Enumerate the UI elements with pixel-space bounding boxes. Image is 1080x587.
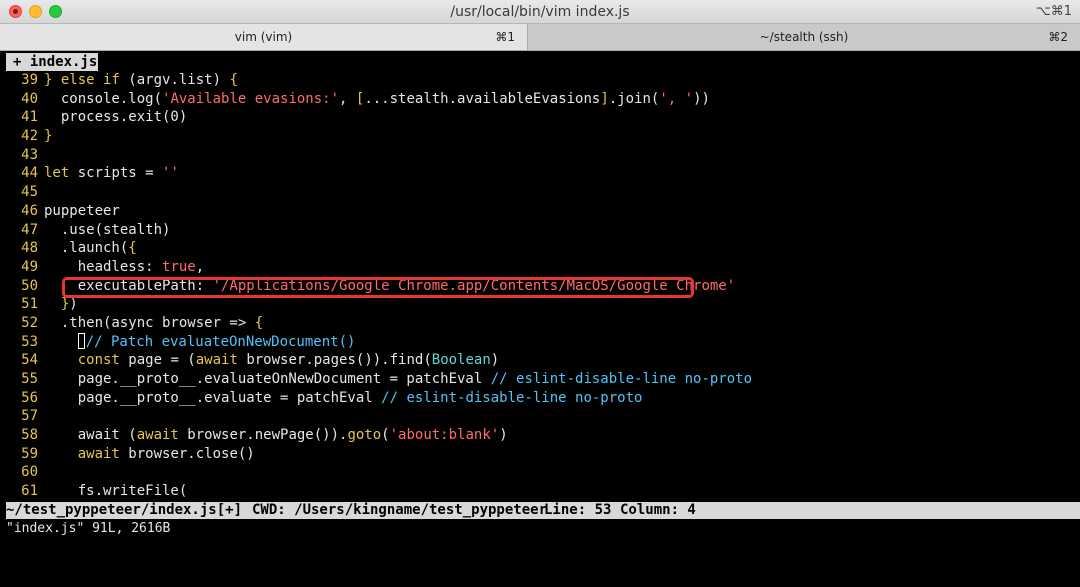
code-line: 60	[0, 463, 1080, 482]
code-line: 46 puppeteer	[0, 202, 1080, 221]
code-line: 48 .launch({	[0, 239, 1080, 258]
line-number: 44	[21, 165, 38, 182]
line-number: 48	[21, 240, 38, 257]
tab-vim[interactable]: vim (vim) ⌘1	[0, 24, 527, 50]
line-text: }	[44, 128, 53, 145]
code-line: 42}	[0, 127, 1080, 146]
code-line: 56 page.__proto__.evaluate = patchEval /…	[0, 389, 1080, 408]
line-text: } else if (argv.list) {	[44, 72, 238, 88]
code-line: 57	[0, 407, 1080, 426]
line-number: 53	[21, 333, 38, 350]
line-number: 45	[21, 184, 38, 201]
code-line: 53 // Patch evaluateOnNewDocument()	[0, 332, 1080, 352]
line-text: page.__proto__.evaluateOnNewDocument = p…	[44, 371, 753, 387]
line-text: .use(stealth)	[44, 221, 171, 238]
line-number: 57	[21, 408, 38, 425]
window-titlebar: /usr/local/bin/vim index.js ⌥⌘1	[0, 0, 1080, 24]
line-number: 41	[21, 109, 38, 126]
line-number: 50	[21, 277, 38, 294]
tab-vim-label: vim (vim)	[234, 30, 293, 44]
code-line: 52 .then(async browser => {	[0, 314, 1080, 333]
line-text: process.exit(0)	[44, 109, 188, 126]
terminal-tab-bar: vim (vim) ⌘1 ~/stealth (ssh) ⌘2	[0, 24, 1080, 51]
line-number: 58	[21, 427, 38, 444]
line-text: })	[60, 296, 78, 313]
line-number: 49	[21, 258, 38, 275]
code-line: 40 console.log('Available evasions:', [.…	[0, 90, 1080, 109]
line-number: 40	[21, 90, 38, 107]
code-line: 49 headless: true,	[0, 258, 1080, 277]
code-line: 47 .use(stealth)	[0, 221, 1080, 240]
line-text: puppeteer	[44, 202, 120, 219]
window-shortcut: ⌥⌘1	[1035, 4, 1072, 19]
tab-vim-shortcut: ⌘1	[495, 30, 515, 44]
code-line: 61 fs.writeFile(	[0, 482, 1080, 501]
text-cursor	[77, 332, 85, 349]
code-line: 59 await browser.close()	[0, 445, 1080, 464]
code-line: 55 page.__proto__.evaluateOnNewDocument …	[0, 370, 1080, 389]
code-line: 45	[0, 183, 1080, 202]
line-text: console.log('Available evasions:', [...s…	[44, 90, 710, 107]
line-number: 55	[21, 371, 38, 387]
line-number: 39	[21, 72, 38, 88]
code-line: 51 })	[0, 295, 1080, 314]
code-line: 39 } else if (argv.list) {	[0, 71, 1080, 90]
line-text: .then(async browser => {	[44, 314, 264, 331]
line-text: const page = (await browser.pages()).fin…	[77, 352, 500, 369]
line-number: 43	[21, 146, 38, 163]
line-number: 59	[21, 445, 38, 462]
line-text: headless: true,	[44, 258, 205, 275]
window-title: /usr/local/bin/vim index.js	[450, 4, 630, 20]
line-text: await browser.close()	[77, 445, 255, 462]
vim-command-line[interactable]: "index.js" 91L, 2616B	[6, 520, 170, 538]
status-cwd: CWD: /Users/kingname/test_pyppeteer	[252, 502, 548, 518]
line-number: 56	[21, 389, 38, 406]
code-line: 41 process.exit(0)	[0, 108, 1080, 127]
status-column: Column: 4	[620, 502, 696, 518]
tab-ssh-label: ~/stealth (ssh)	[759, 30, 849, 44]
line-text: await (await browser.newPage()).goto('ab…	[44, 427, 508, 444]
line-number: 54	[21, 352, 38, 369]
line-text: let scripts = ''	[44, 165, 179, 182]
status-file: ~/test_pyppeteer/index.js[+]	[6, 502, 243, 518]
vim-statusline: ~/test_pyppeteer/index.js[+] CWD: /Users…	[6, 502, 1080, 519]
code-line: 58 await (await browser.newPage()).goto(…	[0, 426, 1080, 445]
line-number: 61	[21, 483, 38, 500]
code-line: 44 let scripts = ''	[0, 164, 1080, 183]
line-number: 51	[21, 296, 38, 313]
vim-tabline-fill	[98, 53, 1080, 71]
line-number: 47	[21, 221, 38, 238]
line-text: page.__proto__.evaluate = patchEval // e…	[44, 389, 643, 406]
line-number: 42	[21, 128, 38, 145]
line-number: 52	[21, 314, 38, 331]
vim-buffer-tab[interactable]: + index.js	[6, 53, 98, 71]
line-text: fs.writeFile(	[44, 483, 188, 500]
annotation-highlight-box	[62, 277, 694, 298]
line-number: 46	[21, 202, 38, 219]
line-number: 60	[21, 464, 38, 481]
tab-ssh-shortcut: ⌘2	[1048, 30, 1068, 44]
status-line: Line: 53	[544, 502, 612, 518]
line-text: .launch({	[44, 240, 137, 257]
code-line: 43	[0, 146, 1080, 165]
code-line: 54 const page = (await browser.pages()).…	[0, 351, 1080, 370]
line-text: // Patch evaluateOnNewDocument()	[44, 332, 355, 352]
tab-ssh[interactable]: ~/stealth (ssh) ⌘2	[527, 24, 1080, 50]
